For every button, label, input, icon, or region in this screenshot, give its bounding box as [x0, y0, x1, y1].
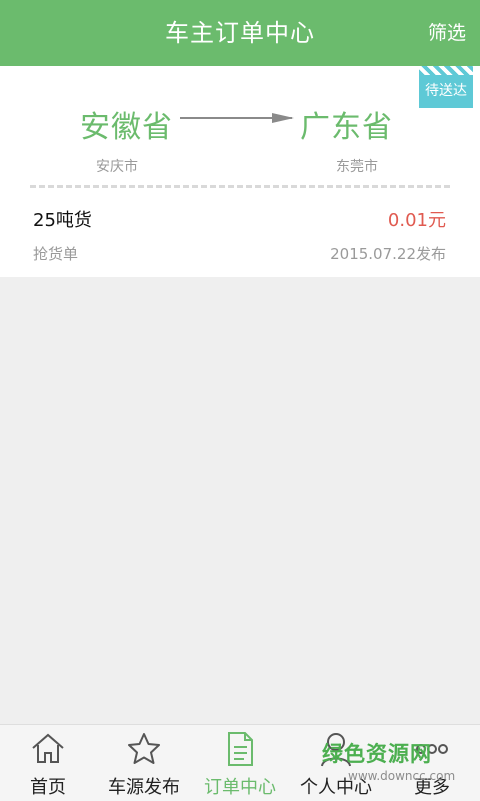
filter-button[interactable]: 筛选: [428, 0, 466, 66]
status-badge-label: 待送达: [419, 75, 473, 108]
divider: [30, 185, 450, 188]
goods-description: 25吨货: [33, 210, 92, 231]
tab-vehicle-publish[interactable]: 车源发布: [96, 725, 192, 801]
tab-home[interactable]: 首页: [0, 725, 96, 801]
watermark-url: www.downcc.com: [348, 769, 456, 783]
order-card[interactable]: 待送达 安徽省 广东省 安庆市 东莞市 25吨货 0.01元 抢货单 2015.…: [0, 66, 480, 277]
origin-city: 安庆市: [96, 159, 138, 175]
order-price: 0.01元: [387, 210, 446, 231]
tab-order-center-label: 订单中心: [204, 777, 276, 798]
tab-home-label: 首页: [30, 777, 66, 798]
status-badge: 待送达: [419, 66, 473, 108]
page-title: 车主订单中心: [165, 19, 315, 47]
home-icon: [32, 733, 64, 763]
tab-vehicle-publish-label: 车源发布: [108, 777, 180, 798]
document-icon: [228, 732, 253, 766]
badge-stripes: [419, 66, 473, 75]
destination-province: 广东省: [300, 110, 393, 145]
publish-date: 2015.07.22发布: [330, 245, 446, 263]
tab-order-center[interactable]: 订单中心: [192, 725, 288, 801]
app-header: 车主订单中心 筛选: [0, 0, 480, 66]
destination-city: 东莞市: [336, 159, 378, 175]
watermark-text: 绿色资源网: [322, 742, 432, 766]
order-type: 抢货单: [33, 245, 79, 263]
star-icon: [128, 733, 160, 764]
origin-province: 安徽省: [80, 110, 173, 145]
route-arrow-icon: [180, 113, 294, 123]
watermark: 绿色资源网 www.downcc.com: [322, 738, 472, 794]
